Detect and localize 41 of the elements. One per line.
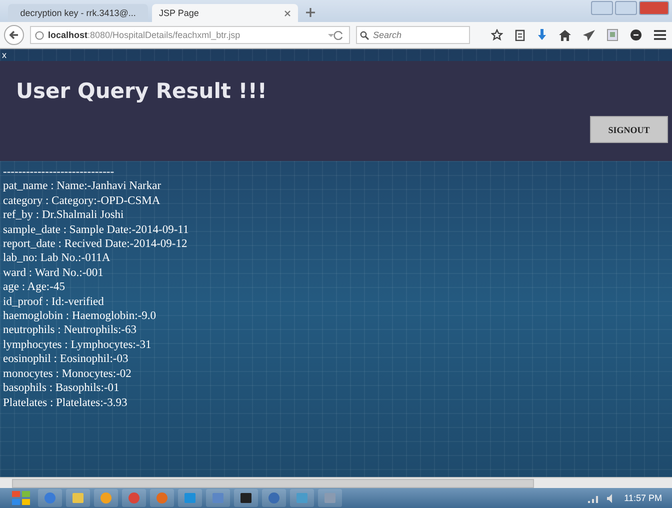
address-field[interactable]: localhost:8080/HospitalDetails/feachxml_btr.jsp [30,26,350,44]
search-field[interactable]: Search [356,26,470,44]
result-line: ward : Ward No.:-001 [3,266,104,280]
result-line: Platelates : Platelates:-3.93 [3,396,128,410]
restore-button[interactable] [615,1,637,15]
signout-button[interactable]: SIGNOUT [590,116,668,143]
result-line: monocytes : Monocytes:-02 [3,366,132,382]
close-mark[interactable]: x [2,50,6,60]
search-icon [360,30,369,40]
send-icon[interactable] [583,30,595,40]
result-line: eosinophil : Eosinophil:-03 [3,352,128,367]
result-line: report_date : Recived Date:-2014-09-12 [3,237,188,252]
result-line: age : Age:-45 [3,280,65,295]
download-icon[interactable] [537,29,547,41]
arrow-icon [9,30,19,40]
star-icon[interactable] [491,29,503,41]
result-line: neutrophils : Neutrophils:-63 [3,323,137,338]
separator-text: ----------------------------- [3,165,114,180]
page-heading: User Query Result !!! [15,78,268,103]
result-line: category : Category:-OPD-CSMA [3,194,160,208]
result-line: sample_date : Sample Date:-2014-09-11 [3,222,189,238]
reload-icon[interactable] [327,30,345,40]
result-line: pat_name : Name:-Janhavi Narkar [3,179,162,194]
result-line: ref_by : Dr.Shalmali Joshi [3,208,124,223]
clipboard-icon[interactable] [515,29,525,41]
new-tab-icon[interactable] [306,8,315,17]
result-line: haemoglobin : Haemoglobin:-9.0 [3,309,156,324]
result-line: lab_no: Lab No.:-011A [3,251,110,266]
clock-time[interactable]: 11:57 PM [624,493,662,503]
minimize-button[interactable] [591,1,613,15]
result-line: basophils : Basophils:-01 [3,381,120,396]
browser-tab[interactable]: JSP Page [152,4,298,22]
result-line: lymphocytes : Lymphocytes:-31 [3,338,152,352]
back-button[interactable] [4,25,24,45]
home-icon[interactable] [559,30,571,40]
menu-icon[interactable] [654,30,666,40]
close-icon[interactable] [284,10,291,16]
horizontal-scrollbar[interactable] [0,477,672,488]
result-line: id_proof : Id:-verified [3,294,104,310]
close-button[interactable] [639,1,669,15]
signal-icon[interactable] [587,494,600,502]
